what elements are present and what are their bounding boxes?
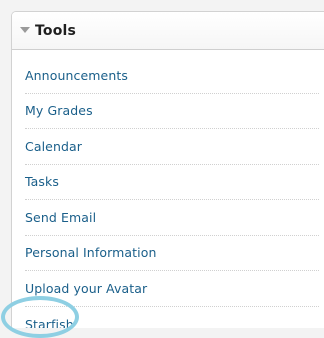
tools-panel: Tools Announcements My Grades Calendar T…	[11, 11, 324, 328]
tool-link-tasks[interactable]: Tasks	[25, 174, 59, 189]
tool-link-announcements[interactable]: Announcements	[25, 68, 128, 83]
tools-list: Announcements My Grades Calendar Tasks S…	[12, 58, 324, 328]
tool-link-starfish[interactable]: Starfish	[25, 317, 74, 328]
tool-link-personal-information[interactable]: Personal Information	[25, 245, 156, 260]
tool-item-announcements[interactable]: Announcements	[25, 58, 319, 94]
tool-item-personal-information[interactable]: Personal Information	[25, 236, 319, 271]
tools-panel-header[interactable]: Tools	[12, 12, 324, 50]
panel-title: Tools	[35, 22, 77, 39]
tool-link-upload-avatar[interactable]: Upload your Avatar	[25, 281, 147, 296]
collapse-caret-icon[interactable]	[20, 26, 30, 33]
tool-item-send-email[interactable]: Send Email	[25, 200, 319, 236]
tool-link-send-email[interactable]: Send Email	[25, 210, 96, 225]
tool-item-tasks[interactable]: Tasks	[25, 165, 319, 200]
tool-item-my-grades[interactable]: My Grades	[25, 94, 319, 129]
tool-link-calendar[interactable]: Calendar	[25, 139, 82, 154]
tool-item-calendar[interactable]: Calendar	[25, 129, 319, 165]
tool-item-upload-avatar[interactable]: Upload your Avatar	[25, 271, 319, 307]
tool-link-my-grades[interactable]: My Grades	[25, 103, 93, 118]
tool-item-starfish[interactable]: Starfish	[25, 307, 319, 328]
